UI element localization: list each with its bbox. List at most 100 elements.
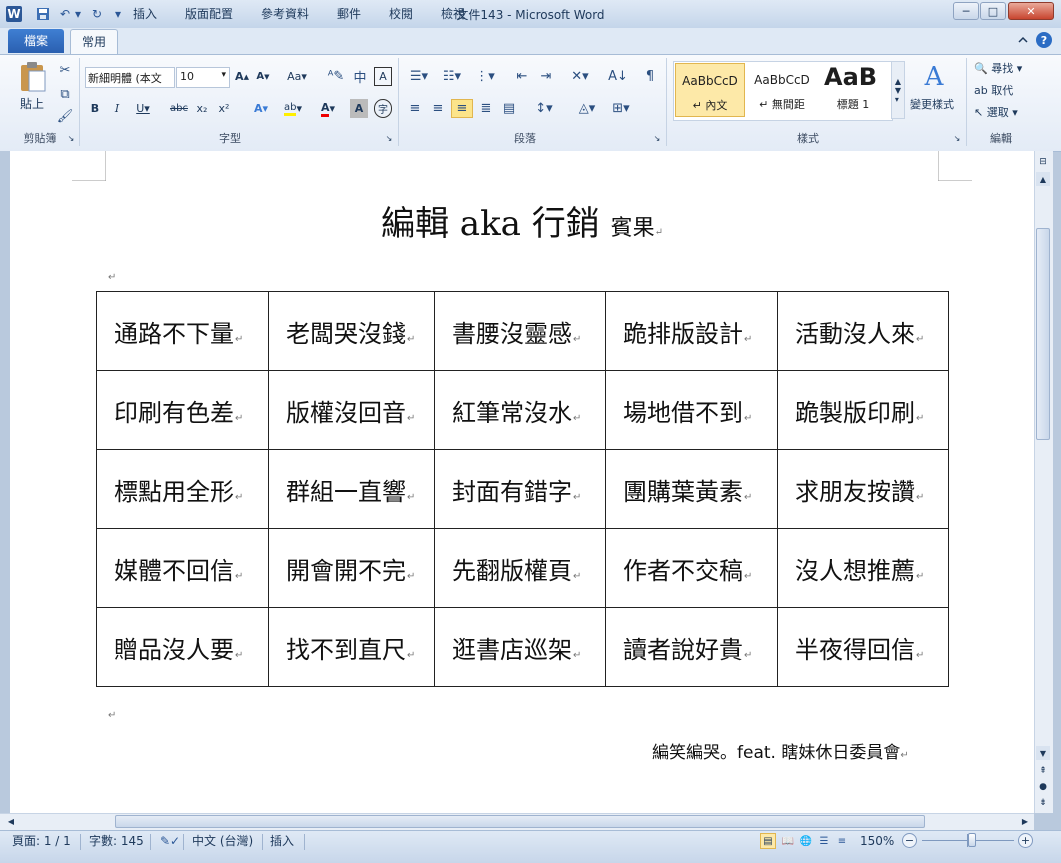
enclose-characters-icon[interactable]: 字 <box>374 99 392 118</box>
change-styles-button[interactable]: 變更樣式 <box>910 96 954 112</box>
table-cell[interactable]: 書腰沒靈感↵ <box>434 291 606 371</box>
font-color-icon[interactable]: A ▾ <box>313 99 343 118</box>
borders-icon[interactable]: ⊞▾ <box>606 99 636 118</box>
horizontal-scroll-thumb[interactable] <box>115 815 925 828</box>
tab-insert[interactable]: 插入 <box>124 3 166 25</box>
shrink-font-icon[interactable]: A ▼ <box>254 67 272 86</box>
document-title[interactable]: 編輯 aka 行銷 賓果↵ <box>10 196 1034 245</box>
table-cell[interactable]: 媒體不回信↵ <box>96 528 269 608</box>
table-cell[interactable]: 沒人想推薦↵ <box>777 528 949 608</box>
replace-button[interactable]: ab 取代 <box>974 82 1034 98</box>
align-right-icon[interactable]: ≡ <box>451 99 473 118</box>
zoom-slider-thumb[interactable] <box>968 833 976 847</box>
justify-icon[interactable]: ≣ <box>476 99 496 118</box>
table-cell[interactable]: 半夜得回信↵ <box>777 607 949 687</box>
phonetic-guide-icon[interactable]: 中 <box>350 67 370 86</box>
clear-formatting-icon[interactable]: ᴬ✎ <box>326 67 346 86</box>
page-count[interactable]: 頁面: 1 / 1 <box>12 833 71 849</box>
scroll-right-icon[interactable]: ▶ <box>1018 815 1032 828</box>
shading-icon[interactable]: ◬▾ <box>572 99 602 118</box>
increase-indent-icon[interactable]: ⇥ <box>536 67 556 86</box>
distributed-icon[interactable]: ▤ <box>499 99 519 118</box>
outline-view-icon[interactable]: ☰ <box>816 833 832 849</box>
zoom-level[interactable]: 150% <box>860 833 894 849</box>
insert-mode-indicator[interactable]: 插入 <box>270 833 294 849</box>
strikethrough-icon[interactable]: abc <box>168 99 190 118</box>
table-cell[interactable]: 群組一直響↵ <box>268 449 435 529</box>
bullets-icon[interactable]: ☰▾ <box>405 67 433 86</box>
ruler-toggle-icon[interactable]: ⊟ <box>1036 155 1050 169</box>
table-cell[interactable]: 印刷有色差↵ <box>96 370 269 450</box>
language-indicator[interactable]: 中文 (台灣) <box>192 833 253 849</box>
style-normal[interactable]: AaBbCcD ↵ 內文 <box>675 63 745 117</box>
table-cell[interactable]: 封面有錯字↵ <box>434 449 606 529</box>
scroll-down-icon[interactable]: ▼ <box>1036 746 1050 760</box>
table-cell[interactable]: 場地借不到↵ <box>605 370 778 450</box>
paragraph-launcher-icon[interactable]: ↘ <box>652 133 662 143</box>
table-cell[interactable]: 先翻版權頁↵ <box>434 528 606 608</box>
word-count[interactable]: 字數: 145 <box>89 833 144 849</box>
underline-icon[interactable]: U▾ <box>130 99 156 118</box>
tab-mailings[interactable]: 郵件 <box>328 3 370 25</box>
maximize-button[interactable]: □ <box>980 2 1006 20</box>
table-cell[interactable]: 找不到直尺↵ <box>268 607 435 687</box>
align-center-icon[interactable]: ≡ <box>428 99 448 118</box>
multilevel-list-icon[interactable]: ⋮▾ <box>471 67 499 86</box>
cut-icon[interactable]: ✂ <box>56 62 74 78</box>
format-painter-icon[interactable]: 🖌 <box>56 108 74 124</box>
align-left-icon[interactable]: ≡ <box>405 99 425 118</box>
help-icon[interactable]: ? <box>1036 32 1052 48</box>
print-layout-view-icon[interactable]: ▤ <box>760 833 776 849</box>
tab-file[interactable]: 檔案 <box>8 29 64 53</box>
table-cell[interactable]: 跪製版印刷↵ <box>777 370 949 450</box>
table-cell[interactable]: 跪排版設計↵ <box>605 291 778 371</box>
clipboard-launcher-icon[interactable]: ↘ <box>66 133 76 143</box>
table-cell[interactable]: 逛書店巡架↵ <box>434 607 606 687</box>
table-cell[interactable]: 標點用全形↵ <box>96 449 269 529</box>
scroll-up-icon[interactable]: ▲ <box>1036 172 1050 186</box>
table-cell[interactable]: 活動沒人來↵ <box>777 291 949 371</box>
full-screen-reading-icon[interactable]: 📖 <box>780 833 796 849</box>
table-cell[interactable]: 老闆哭沒錢↵ <box>268 291 435 371</box>
next-page-icon[interactable]: ⇟ <box>1036 796 1050 810</box>
vertical-scroll-thumb[interactable] <box>1036 228 1050 440</box>
tab-page-layout[interactable]: 版面配置 <box>176 3 242 25</box>
tab-view[interactable]: 檢視 <box>432 3 474 25</box>
browse-object-icon[interactable]: ● <box>1036 780 1050 794</box>
superscript-icon[interactable]: x² <box>215 99 233 118</box>
numbering-icon[interactable]: ☷▾ <box>438 67 466 86</box>
proofing-icon[interactable]: ✎✓ <box>160 833 180 849</box>
tab-home[interactable]: 常用 <box>70 29 118 55</box>
footer-note[interactable]: 編笑編哭。feat. 瞎妹休日委員會↵ <box>652 738 909 763</box>
character-border-icon[interactable]: A <box>374 67 392 86</box>
subscript-icon[interactable]: x₂ <box>193 99 211 118</box>
styles-launcher-icon[interactable]: ↘ <box>952 133 962 143</box>
paste-button[interactable]: 貼上 <box>20 95 44 112</box>
copy-icon[interactable]: ⧉ <box>56 86 74 102</box>
table-cell[interactable]: 贈品沒人要↵ <box>96 607 269 687</box>
table-cell[interactable]: 開會開不完↵ <box>268 528 435 608</box>
bold-icon[interactable]: B <box>86 99 104 118</box>
change-case-button[interactable]: Aa ▾ <box>284 67 310 86</box>
table-cell[interactable]: 求朋友按讚↵ <box>777 449 949 529</box>
sort-icon[interactable]: A↓ <box>608 67 628 86</box>
grow-font-icon[interactable]: A ▲ <box>233 67 251 86</box>
font-name-select[interactable]: 新細明體 (本文 <box>85 67 175 88</box>
find-button[interactable]: 🔍 尋找 ▾ <box>974 60 1034 76</box>
table-cell[interactable]: 團購葉黃素↵ <box>605 449 778 529</box>
line-spacing-icon[interactable]: ↕▾ <box>530 99 558 118</box>
text-effects-icon[interactable]: A▾ <box>248 99 274 118</box>
table-cell[interactable]: 讀者說好貴↵ <box>605 607 778 687</box>
table-cell[interactable]: 通路不下量↵ <box>96 291 269 371</box>
change-styles-icon[interactable]: A <box>918 60 950 94</box>
character-shading-icon[interactable]: A <box>350 99 368 118</box>
tab-review[interactable]: 校閱 <box>380 3 422 25</box>
style-heading-1[interactable]: AaB 標題 1 <box>820 63 888 117</box>
show-formatting-icon[interactable]: ¶ <box>642 67 658 86</box>
draft-view-icon[interactable]: ≡ <box>834 833 850 849</box>
styles-scroll[interactable]: ▲ ▼ ▾ <box>891 61 905 119</box>
select-button[interactable]: ↖ 選取 ▾ <box>974 104 1034 120</box>
tab-references[interactable]: 參考資料 <box>252 3 318 25</box>
minimize-button[interactable]: ─ <box>953 2 979 20</box>
table-cell[interactable]: 紅筆常沒水↵ <box>434 370 606 450</box>
